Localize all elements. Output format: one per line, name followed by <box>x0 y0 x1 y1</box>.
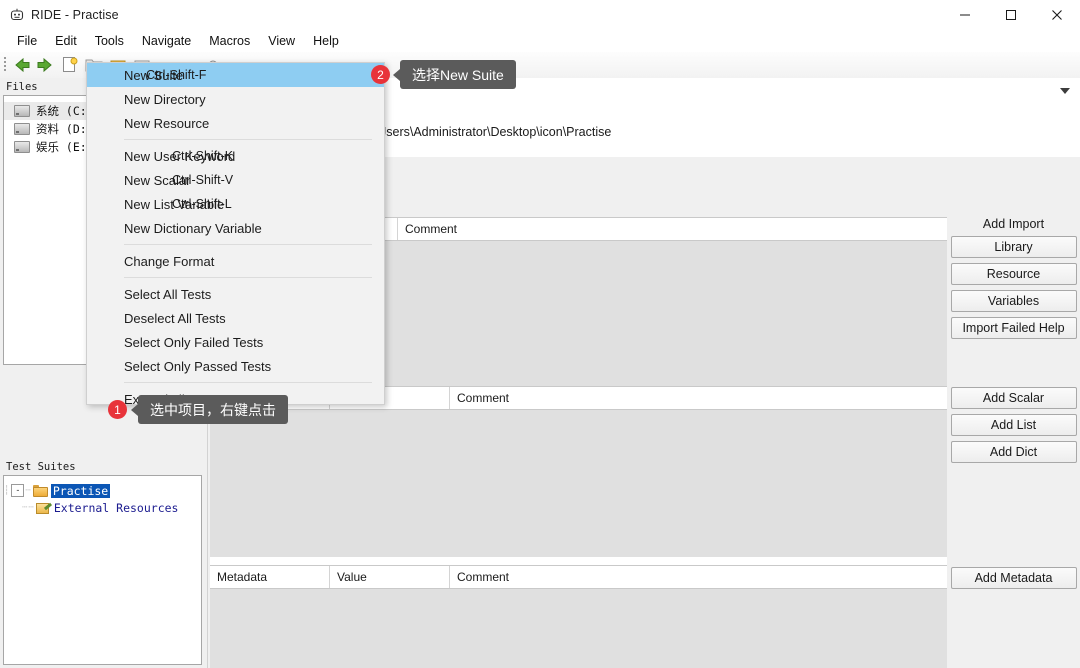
minimize-button[interactable] <box>942 0 988 30</box>
drive-label: 娱乐 (E:) <box>36 139 94 155</box>
menu-view[interactable]: View <box>259 32 304 50</box>
callout-tip-2: 选择New Suite <box>400 60 516 89</box>
drive-label: 系统 (C:) <box>36 103 94 119</box>
add-metadata-pane: Add Metadata <box>947 567 1080 594</box>
column-header-metadata[interactable]: Metadata <box>210 566 330 588</box>
import-failed-help-button[interactable]: Import Failed Help <box>951 317 1077 339</box>
menu-item-label: Change Format <box>124 254 214 269</box>
resource-button[interactable]: Resource <box>951 263 1077 285</box>
menu-item-accelerator: Ctrl-Shift-V <box>172 173 292 187</box>
menu-item-label: Select All Tests <box>124 287 211 302</box>
title-bar: RIDE - Practise <box>0 0 1080 31</box>
menu-item-new-directory[interactable]: New Directory <box>87 87 384 111</box>
callout-badge-1: 1 <box>108 400 127 419</box>
context-menu[interactable]: New Suite Ctrl-Shift-F New Directory New… <box>86 62 385 405</box>
tree-node-label: External Resources <box>54 501 179 515</box>
drive-label: 资料 (D:) <box>36 121 94 137</box>
add-list-button[interactable]: Add List <box>951 414 1077 436</box>
toolbar-grip[interactable] <box>2 55 8 75</box>
metadata-grid[interactable]: Metadata Value Comment <box>210 565 947 668</box>
tree-node-practise[interactable]: ┆ - ┄ Practise <box>4 482 201 499</box>
column-header-comment[interactable]: Comment <box>398 218 947 240</box>
tree-guide: ┄ <box>25 486 31 496</box>
resource-icon <box>36 502 51 514</box>
menu-item-new-dictionary-variable[interactable]: New Dictionary Variable <box>87 216 384 240</box>
menu-item-label: Select Only Passed Tests <box>124 359 271 374</box>
close-button[interactable] <box>1034 0 1080 30</box>
new-file-icon[interactable] <box>60 55 80 75</box>
add-dict-button[interactable]: Add Dict <box>951 441 1077 463</box>
menu-separator <box>124 382 372 383</box>
source-path-value: Jsers\Administrator\Desktop\icon\Practis… <box>380 125 611 139</box>
test-suites-tree[interactable]: ┆ - ┄ Practise ┄┄ External Resources <box>3 475 202 665</box>
menu-item-select-all-tests[interactable]: Select All Tests <box>87 282 384 306</box>
variables-grid-body[interactable] <box>210 410 947 557</box>
menu-bar: File Edit Tools Navigate Macros View Hel… <box>0 30 1080 52</box>
menu-macros[interactable]: Macros <box>200 32 259 50</box>
menu-item-label: Deselect All Tests <box>124 311 226 326</box>
expander-icon[interactable]: - <box>11 484 24 497</box>
menu-item-accelerator: Ctrl-Shift-F <box>146 68 266 82</box>
menu-item-label: New Directory <box>124 92 206 107</box>
title-bar-left: RIDE - Practise <box>10 0 119 30</box>
add-metadata-button[interactable]: Add Metadata <box>951 567 1077 589</box>
menu-navigate[interactable]: Navigate <box>133 32 200 50</box>
forward-arrow-icon[interactable] <box>35 55 55 75</box>
menu-tools[interactable]: Tools <box>86 32 133 50</box>
folder-icon <box>33 485 48 497</box>
test-suites-panel-caption: Test Suites <box>0 458 205 475</box>
menu-item-change-format[interactable]: Change Format <box>87 249 384 273</box>
add-variable-pane: Add Scalar Add List Add Dict <box>947 387 1080 468</box>
menu-item-deselect-all-tests[interactable]: Deselect All Tests <box>87 306 384 330</box>
maximize-button[interactable] <box>988 0 1034 30</box>
drive-icon <box>14 105 30 117</box>
menu-separator <box>124 244 372 245</box>
column-header-comment[interactable]: Comment <box>450 566 947 588</box>
menu-edit[interactable]: Edit <box>46 32 86 50</box>
menu-item-label: New Dictionary Variable <box>124 221 262 236</box>
tree-guide: ┄┄ <box>22 503 35 513</box>
menu-item-new-resource[interactable]: New Resource <box>87 111 384 135</box>
drive-icon <box>14 123 30 135</box>
add-import-pane: Add Import Library Resource Variables Im… <box>947 217 1080 344</box>
chevron-down-icon[interactable] <box>1060 88 1070 94</box>
add-import-title: Add Import <box>947 217 1080 231</box>
menu-item-label: New Resource <box>124 116 209 131</box>
menu-item-new-user-keyword[interactable]: New User Keyword Ctrl-Shift-K <box>87 144 384 168</box>
menu-item-accelerator: Ctrl-Shift-K <box>172 149 292 163</box>
robot-icon <box>10 8 24 22</box>
menu-separator <box>124 139 372 140</box>
back-arrow-icon[interactable] <box>12 55 32 75</box>
tree-node-external-resources[interactable]: ┄┄ External Resources <box>4 499 201 516</box>
menu-item-new-scalar[interactable]: New Scalar Ctrl-Shift-V <box>87 168 384 192</box>
library-button[interactable]: Library <box>951 236 1077 258</box>
column-header-value[interactable]: Value <box>330 566 450 588</box>
menu-item-new-suite[interactable]: New Suite Ctrl-Shift-F <box>87 63 384 87</box>
tree-guide: ┆ <box>4 486 10 496</box>
callout-tip-1: 选中项目，右键点击 <box>138 395 288 424</box>
column-header-comment[interactable]: Comment <box>450 387 947 409</box>
metadata-grid-header: Metadata Value Comment <box>210 566 947 589</box>
tree-node-label: Practise <box>51 484 110 498</box>
menu-item-new-list-variable[interactable]: New List Variable Ctrl-Shift-L <box>87 192 384 216</box>
menu-item-select-only-passed-tests[interactable]: Select Only Passed Tests <box>87 354 384 378</box>
variables-button[interactable]: Variables <box>951 290 1077 312</box>
menu-item-label: Select Only Failed Tests <box>124 335 263 350</box>
menu-file[interactable]: File <box>8 32 46 50</box>
callout-badge-2: 2 <box>371 65 390 84</box>
menu-separator <box>124 277 372 278</box>
menu-item-accelerator: Ctrl-Shift-L <box>172 197 292 211</box>
drive-icon <box>14 141 30 153</box>
menu-help[interactable]: Help <box>304 32 348 50</box>
add-scalar-button[interactable]: Add Scalar <box>951 387 1077 409</box>
window-title: RIDE - Practise <box>31 8 119 22</box>
window-controls <box>942 0 1080 30</box>
ride-application-window: RIDE - Practise File Edit Tools Navigate… <box>0 0 1080 668</box>
metadata-grid-body[interactable] <box>210 589 947 668</box>
menu-item-select-only-failed-tests[interactable]: Select Only Failed Tests <box>87 330 384 354</box>
